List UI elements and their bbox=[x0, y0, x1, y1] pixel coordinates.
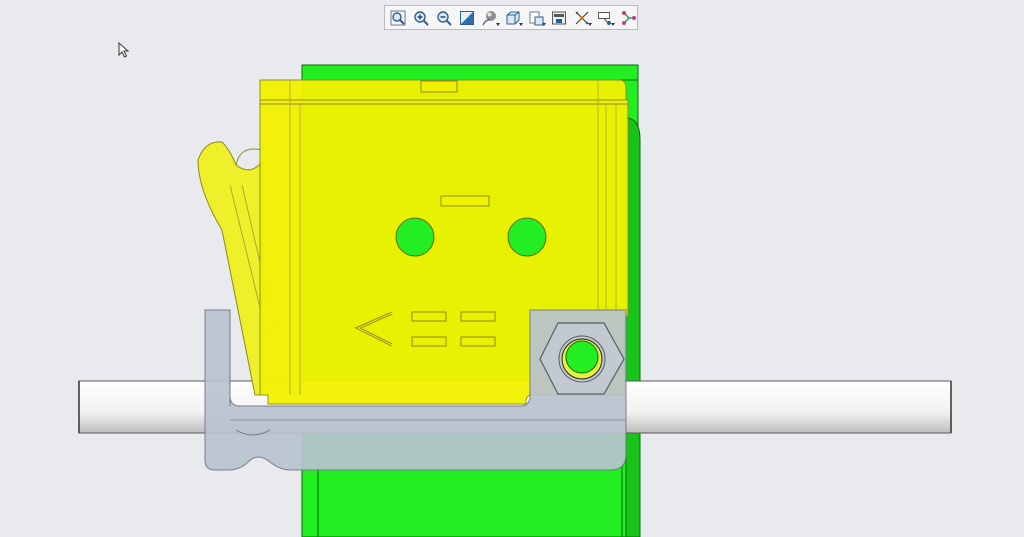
datum-display-icon bbox=[622, 10, 636, 25]
datum-display-button[interactable] bbox=[617, 7, 639, 28]
mouse-cursor-icon bbox=[118, 42, 130, 58]
view-toolbar bbox=[384, 5, 638, 30]
annotation-display-button[interactable] bbox=[594, 7, 616, 28]
cube-view-icon bbox=[506, 11, 520, 24]
3d-model-viewport[interactable] bbox=[0, 0, 1024, 537]
perspective-icon bbox=[575, 11, 589, 24]
zoom-in-icon bbox=[414, 10, 429, 26]
saved-views-button[interactable] bbox=[525, 7, 547, 28]
annotation-display-icon bbox=[598, 11, 611, 25]
standard-views-button[interactable] bbox=[502, 7, 524, 28]
zoom-fit-button[interactable] bbox=[387, 7, 409, 28]
view-orientation-icon bbox=[460, 10, 474, 25]
view-manager-icon bbox=[552, 11, 566, 24]
display-style-button[interactable] bbox=[479, 7, 501, 28]
view-orientation-button[interactable] bbox=[456, 7, 478, 28]
zoom-fit-icon bbox=[390, 10, 406, 25]
saved-views-icon bbox=[529, 11, 544, 25]
zoom-out-button[interactable] bbox=[433, 7, 455, 28]
zoom-out-icon bbox=[437, 10, 452, 26]
display-style-icon bbox=[482, 10, 496, 25]
perspective-button[interactable] bbox=[571, 7, 593, 28]
view-manager-button[interactable] bbox=[548, 7, 570, 28]
zoom-in-button[interactable] bbox=[410, 7, 432, 28]
